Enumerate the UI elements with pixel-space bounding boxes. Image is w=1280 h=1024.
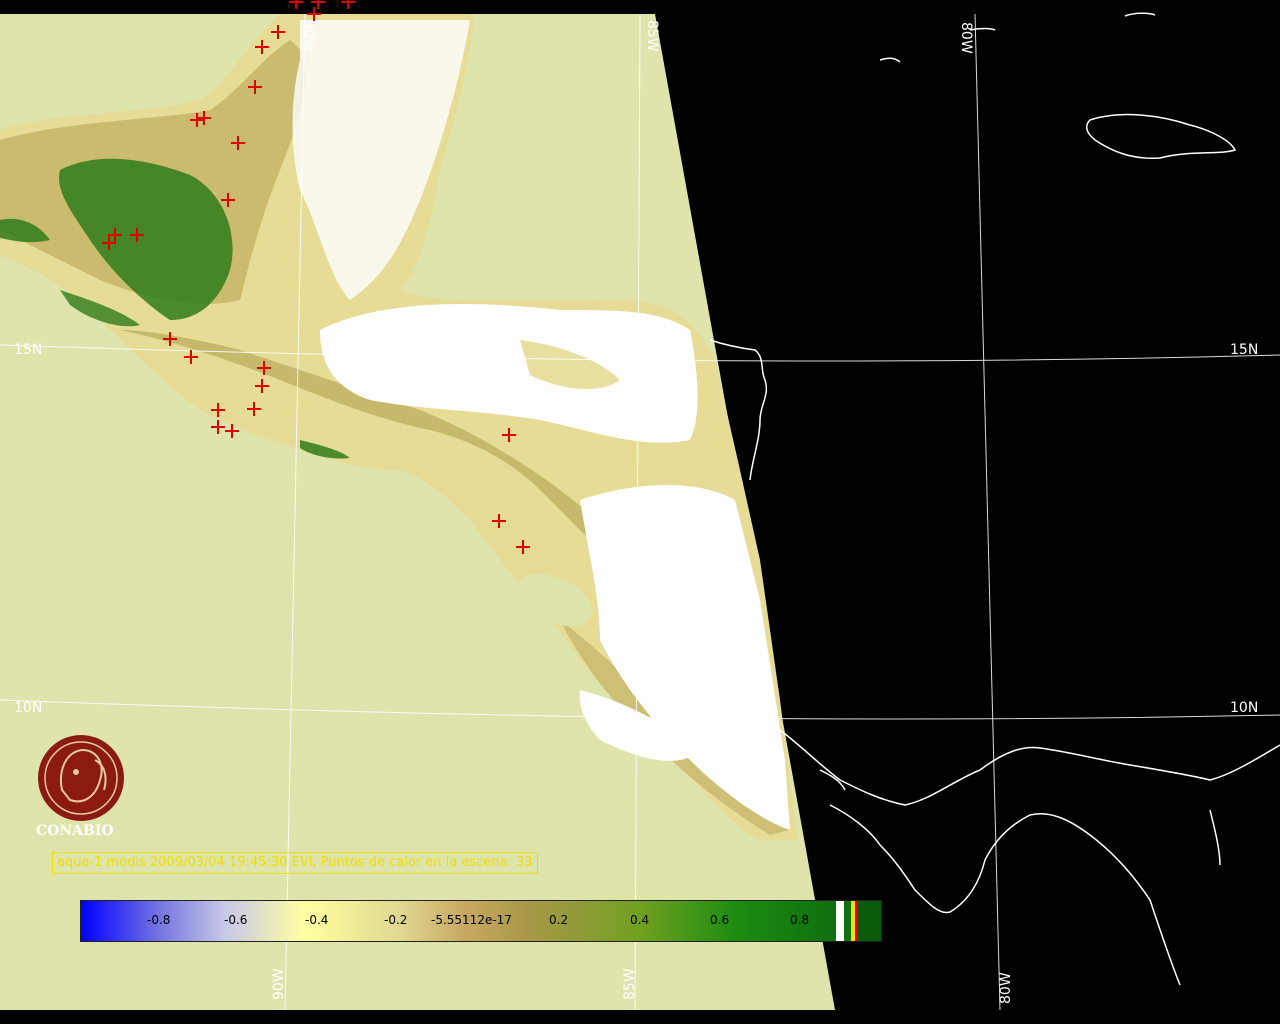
colorbar-tick: 0.6 xyxy=(710,913,730,927)
colorbar-tick: -0.6 xyxy=(224,913,248,927)
colorbar-cloud-swatch xyxy=(836,901,844,941)
label-lat-15n-right: 15N xyxy=(1230,342,1258,358)
colorbar-tick: -0.2 xyxy=(384,913,408,927)
label-lon-90w-top: 90W xyxy=(301,20,317,52)
colorbar-tick: 0.2 xyxy=(549,913,569,927)
colorbar-dark-green-swatch xyxy=(858,901,881,941)
colorbar-tick: 0.4 xyxy=(630,913,650,927)
label-lon-90w-bottom: 90W xyxy=(271,968,287,1000)
label-lat-10n-right: 10N xyxy=(1230,700,1258,716)
evi-colorbar: -0.8 -0.6 -0.4 -0.2 -5.55112e-17 0.2 0.4… xyxy=(80,900,882,942)
colorbar-tick: -0.4 xyxy=(305,913,329,927)
label-lon-85w-bottom: 85W xyxy=(622,968,638,1000)
label-lat-10n-left: 10N xyxy=(14,700,42,716)
scene-caption: aqua-1 modis 2009/03/04 19:45:30 EVI, Pu… xyxy=(52,852,538,874)
conabio-wordmark: CONABIO xyxy=(36,823,114,839)
label-lon-80w-top: 80W xyxy=(958,22,974,54)
colorbar-tick: 0.8 xyxy=(790,913,810,927)
label-lon-80w-bottom: 80W xyxy=(998,972,1014,1004)
label-lat-15n-left: 15N xyxy=(14,342,42,358)
colorbar-tick: -0.8 xyxy=(147,913,171,927)
label-lon-85w-top: 85W xyxy=(644,20,660,52)
colorbar-tick: -5.55112e-17 xyxy=(431,913,512,927)
conabio-logo xyxy=(38,735,124,821)
